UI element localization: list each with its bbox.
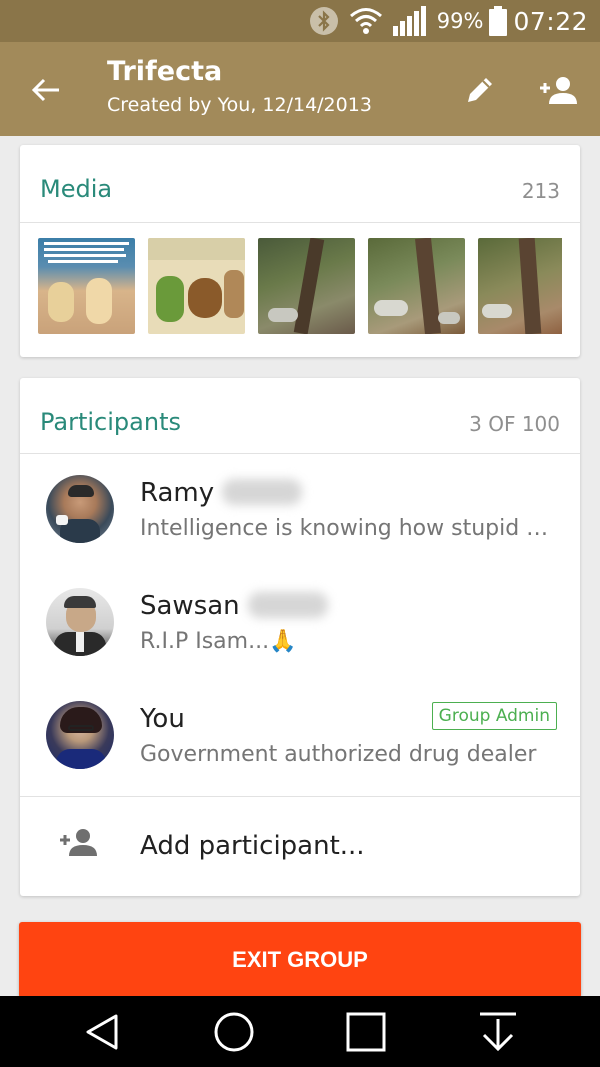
media-thumbnail-meme[interactable] bbox=[38, 238, 135, 334]
navigation-bar bbox=[0, 996, 600, 1067]
participant-row-sawsan[interactable]: Sawsan R.I.P Isam...🙏 bbox=[20, 567, 580, 679]
add-participant-label: Add participant... bbox=[140, 831, 365, 861]
media-card: Media 213 bbox=[20, 145, 580, 357]
exit-group-button[interactable]: EXIT GROUP bbox=[19, 922, 581, 998]
pencil-icon[interactable] bbox=[456, 66, 504, 114]
bluetooth-icon bbox=[309, 6, 339, 36]
participant-row-you[interactable]: You Group Admin Government authorized dr… bbox=[20, 680, 580, 792]
nav-recents-icon[interactable] bbox=[334, 1004, 398, 1060]
status-bar: 99% 07:22 bbox=[0, 0, 600, 42]
avatar bbox=[46, 701, 114, 769]
media-title: Media bbox=[40, 175, 113, 203]
participants-header: Participants 3 OF 100 bbox=[20, 378, 580, 454]
avatar bbox=[46, 588, 114, 656]
participant-status: R.I.P Isam...🙏 bbox=[140, 629, 297, 654]
add-person-icon bbox=[58, 827, 98, 861]
media-thumbnails bbox=[38, 238, 562, 334]
nav-notifications-icon[interactable] bbox=[466, 1004, 530, 1060]
participant-status: Intelligence is knowing how stupid you a… bbox=[140, 516, 560, 541]
nav-home-icon[interactable] bbox=[202, 1004, 266, 1060]
group-title: Trifecta bbox=[107, 56, 223, 87]
participant-row-ramy[interactable]: Ramy Intelligence is knowing how stupid … bbox=[20, 454, 580, 566]
participants-card: Participants 3 OF 100 Ramy Intelligence … bbox=[20, 378, 580, 896]
back-arrow-icon[interactable] bbox=[22, 66, 70, 114]
media-thumbnail-forest-1[interactable] bbox=[258, 238, 355, 334]
wifi-icon bbox=[349, 7, 383, 35]
participant-name: You bbox=[140, 704, 185, 734]
group-admin-badge: Group Admin bbox=[431, 702, 557, 730]
group-subtitle: Created by You, 12/14/2013 bbox=[107, 94, 372, 116]
add-participant-row[interactable]: Add participant... bbox=[20, 797, 580, 895]
blurred-surname bbox=[222, 479, 303, 505]
participant-status: Government authorized drug dealer bbox=[140, 742, 537, 767]
app-bar: Trifecta Created by You, 12/14/2013 bbox=[0, 42, 600, 136]
clock: 07:22 bbox=[513, 6, 588, 36]
participants-count: 3 OF 100 bbox=[469, 412, 560, 436]
participant-name: Ramy bbox=[140, 478, 303, 508]
participants-title: Participants bbox=[40, 408, 181, 436]
media-thumbnail-forest-3[interactable] bbox=[478, 238, 562, 334]
battery-percent: 99% bbox=[436, 9, 484, 33]
participant-name: Sawsan bbox=[140, 591, 328, 621]
media-count: 213 bbox=[521, 179, 560, 203]
add-person-icon[interactable] bbox=[534, 66, 582, 114]
battery-icon bbox=[489, 6, 508, 36]
media-thumbnail-cartoon[interactable] bbox=[148, 238, 245, 334]
blurred-surname bbox=[247, 592, 328, 618]
media-header[interactable]: Media 213 bbox=[20, 145, 580, 223]
nav-back-icon[interactable] bbox=[70, 1004, 134, 1060]
avatar bbox=[46, 475, 114, 543]
media-thumbnail-forest-2[interactable] bbox=[368, 238, 465, 334]
signal-icon bbox=[392, 6, 427, 36]
